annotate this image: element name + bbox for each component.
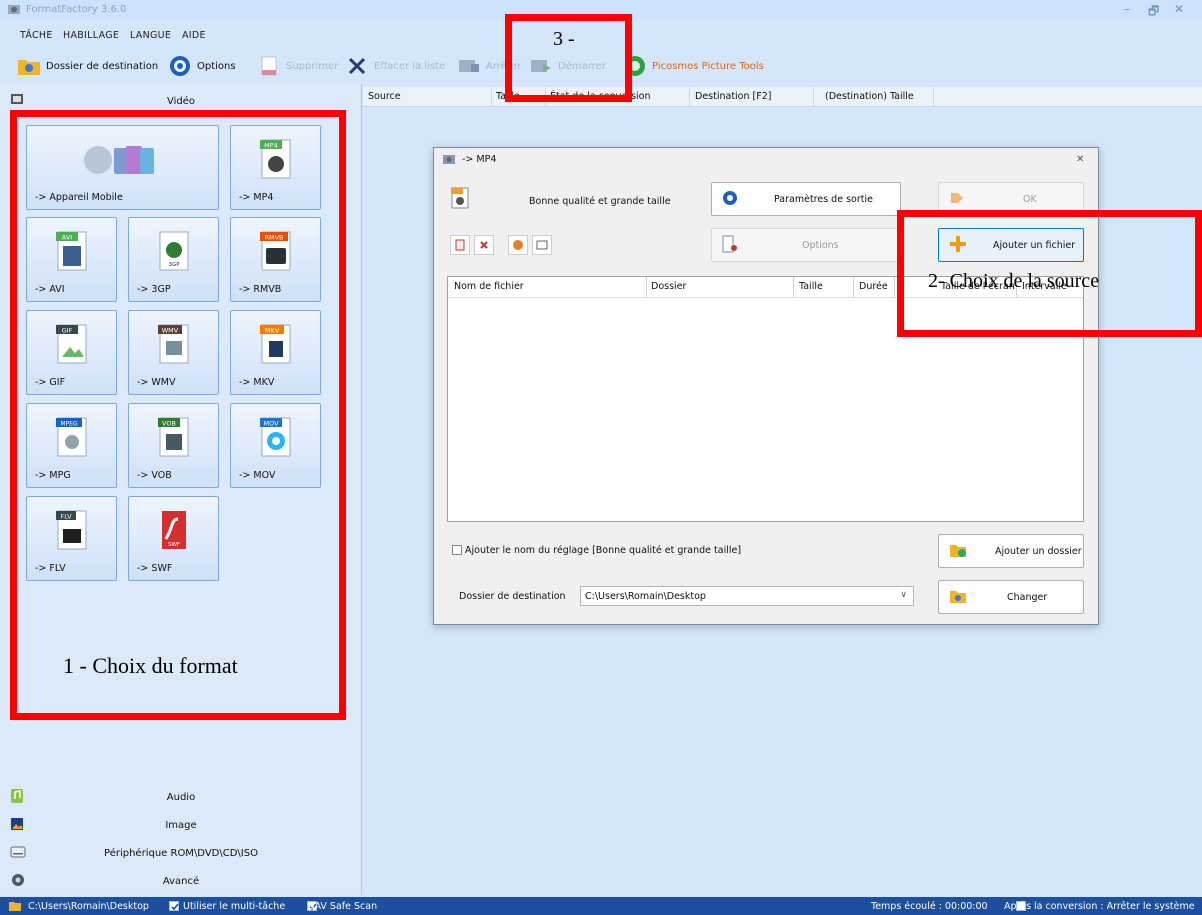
list-col-duration[interactable]: Durée (859, 281, 888, 292)
dialog-app-icon (442, 153, 456, 168)
add-folder-button[interactable]: Ajouter un dossier (938, 534, 1084, 568)
list-add-icon-button[interactable] (450, 235, 470, 255)
folder-icon (16, 54, 42, 78)
file-add-icon (455, 239, 465, 251)
status-bar: C:\Users\Romain\Desktop Utiliser le mult… (0, 897, 1202, 915)
options-label: Options (197, 60, 236, 72)
file-remove-icon (480, 241, 488, 249)
list-remove-icon-button[interactable] (474, 235, 494, 255)
maximize-button[interactable]: 🗗 (1148, 2, 1159, 23)
info-icon (536, 240, 548, 250)
delete-icon (256, 54, 282, 78)
col-source[interactable]: Source (368, 91, 401, 102)
folder-small-icon (8, 900, 22, 915)
video-category-header[interactable]: Vidéo (0, 88, 362, 112)
ok-label: OK (1023, 193, 1037, 205)
menu-langue[interactable]: LANGUE (130, 30, 171, 41)
quality-label[interactable]: Bonne qualité et grande taille (529, 196, 671, 207)
options-dialog-label: Options (802, 239, 839, 251)
mp4-quality-icon (450, 186, 470, 213)
category-audio[interactable]: Audio (0, 784, 362, 810)
options-button[interactable]: Options (167, 52, 236, 80)
gear-icon (167, 54, 193, 78)
play-circle-icon (513, 240, 523, 250)
category-label: Périphérique ROM\DVD\CD\ISO (104, 848, 258, 859)
delete-button[interactable]: Supprimer (256, 52, 338, 80)
video-header-label: Vidéo (166, 96, 196, 107)
change-button[interactable]: Changer (938, 580, 1084, 614)
annotation-label-format: 1 - Choix du format (63, 653, 238, 678)
folder-add-icon (949, 542, 967, 561)
list-col-folder[interactable]: Dossier (651, 281, 686, 292)
add-preset-name-label[interactable]: Ajouter le nom du réglage [Bonne qualité… (465, 545, 741, 556)
menu-aide[interactable]: AIDE (182, 30, 206, 41)
annotation-label-start: 3 - (553, 28, 575, 50)
annotation-label-source: 2- Choix de la source (928, 270, 1100, 292)
category-label: Avancé (162, 876, 200, 887)
elapsed-time: Temps écoulé : 00:00:00 (871, 901, 988, 912)
destination-value: C:\Users\Romain\Desktop (585, 591, 706, 602)
list-col-filename[interactable]: Nom de fichier (454, 281, 524, 292)
col-destination-size[interactable]: (Destination) Taille (825, 91, 914, 102)
chevron-down-icon: ∨ (900, 590, 907, 600)
multitask-label[interactable]: Utiliser le multi-tâche (183, 901, 285, 912)
list-col-size[interactable]: Taille (799, 281, 823, 292)
output-settings-button[interactable]: Paramètres de sortie (711, 182, 901, 216)
destination-folder-label: Dossier de destination (46, 60, 159, 72)
bav-label[interactable]: BAV Safe Scan (308, 901, 377, 912)
window-title: FormatFactory 3.6.0 (26, 4, 127, 15)
output-settings-label: Paramètres de sortie (774, 193, 873, 205)
category-label: Image (165, 820, 197, 831)
status-path[interactable]: C:\Users\Romain\Desktop (28, 901, 149, 912)
folder-icon (949, 588, 967, 607)
close-window-button[interactable]: ✕ (1174, 2, 1184, 16)
category-image[interactable]: Image (0, 812, 362, 838)
minimize-button[interactable]: – (1124, 2, 1130, 16)
clear-list-button[interactable]: Effacer la liste (344, 52, 445, 80)
picosmos-label: Picosmos Picture Tools (652, 60, 764, 72)
list-play-icon-button[interactable] (508, 235, 528, 255)
add-folder-label: Ajouter un dossier (995, 545, 1082, 557)
settings-gear-icon (722, 190, 738, 209)
category-rom-dvd[interactable]: Périphérique ROM\DVD\CD\ISO (0, 840, 362, 866)
destination-select[interactable]: C:\Users\Romain\Desktop ∨ (580, 586, 914, 606)
col-destination[interactable]: Destination [F2] (695, 91, 771, 102)
dialog-title: -> MP4 (462, 154, 497, 165)
list-info-icon-button[interactable] (532, 235, 552, 255)
ok-arrow-icon (949, 190, 965, 209)
clear-list-label: Effacer la liste (374, 60, 446, 72)
task-list-header: Source Taille État de la conversion Dest… (363, 87, 1202, 107)
options-dialog-button[interactable]: Options (711, 228, 901, 262)
category-label: Audio (166, 792, 196, 803)
delete-label: Supprimer (286, 60, 339, 72)
dialog-close-button[interactable]: ✕ (1076, 154, 1084, 165)
category-advanced[interactable]: Avancé (0, 868, 362, 894)
destination-label: Dossier de destination (459, 591, 566, 602)
picosmos-button[interactable]: Picosmos Picture Tools (622, 52, 764, 80)
stop-icon (456, 54, 482, 78)
options-scissors-icon (722, 235, 738, 256)
add-preset-name-checkbox[interactable] (452, 545, 462, 555)
menu-tache[interactable]: TÂCHE (20, 30, 53, 41)
menu-habillage[interactable]: HABILLAGE (63, 30, 119, 41)
annotation-box-format (10, 110, 346, 720)
after-conversion-label[interactable]: Après la conversion : Arrêter le système (1004, 901, 1195, 912)
change-label: Changer (1007, 591, 1048, 603)
format-factory-logo-icon (8, 5, 20, 14)
clear-x-icon (344, 54, 370, 78)
destination-folder-button[interactable]: Dossier de destination (16, 52, 158, 80)
multitask-checkbox[interactable] (169, 901, 179, 911)
